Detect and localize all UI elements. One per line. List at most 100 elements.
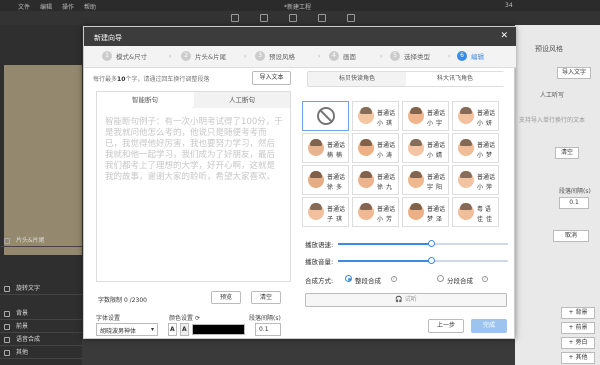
voice-option[interactable]: 普通话 徐多: [302, 165, 349, 195]
right-import-button[interactable]: 导入文字: [557, 67, 591, 79]
left-workspace: 片头&片尾 旋转文字 背景 前景 语音合成 其他: [0, 25, 82, 365]
voice-option[interactable]: 普通话 梦泽: [402, 197, 449, 227]
menu-action[interactable]: 操作: [62, 2, 74, 11]
font-color-button[interactable]: A: [168, 323, 177, 336]
rate-label: 播放语速:: [305, 241, 334, 249]
voice-option[interactable]: 普通话 小梦: [452, 133, 499, 163]
voice-option[interactable]: 粤 语佳佳: [452, 197, 499, 227]
track-other[interactable]: 其他: [0, 347, 82, 359]
avatar: [408, 172, 424, 188]
line-hint: 每行最多10个字，请通过回车换行调整段落: [93, 76, 210, 83]
color-swatch[interactable]: [192, 324, 245, 335]
radio-whole[interactable]: [345, 275, 352, 282]
step-2[interactable]: 2 片头&片尾: [181, 51, 226, 61]
track-rotate-text[interactable]: 旋转文字: [0, 283, 82, 295]
other-icon: [4, 350, 10, 356]
step-6[interactable]: 6 编辑: [457, 51, 484, 61]
voice-option[interactable]: 普通话 徐九: [352, 165, 399, 195]
text-icon[interactable]: [318, 14, 326, 22]
spacing-input[interactable]: 0.1: [255, 323, 281, 336]
tab-biaobei[interactable]: 标贝快读角色: [308, 72, 406, 86]
import-text-button[interactable]: 导入文本: [252, 71, 291, 85]
voice-option[interactable]: 普通话 小萍: [452, 165, 499, 195]
voice-option[interactable]: 普通话 小琪: [352, 101, 399, 131]
font-label: 字体设置: [96, 315, 121, 322]
chevron-down-icon: ▾: [150, 326, 154, 333]
stage-preview: [4, 65, 82, 255]
no-voice-icon: [317, 107, 335, 125]
synth-label: 合成方式:: [305, 277, 334, 285]
menu-bar: 文件 编辑 操作 帮助 *新建工程 34: [0, 0, 600, 11]
track-background[interactable]: 背景: [0, 308, 82, 320]
help-icon-2[interactable]: ?: [482, 276, 488, 282]
step-5[interactable]: 5 选择类型: [390, 51, 430, 61]
track-voice[interactable]: 语音合成: [0, 334, 82, 346]
volume-knob[interactable]: [428, 257, 435, 264]
voice-none[interactable]: [302, 101, 349, 131]
step-3[interactable]: 3 预设风格: [255, 51, 295, 61]
help-icon[interactable]: ?: [391, 276, 397, 282]
avatar: [408, 108, 424, 124]
voice-option[interactable]: 普通话 小妍: [452, 101, 499, 131]
music-icon[interactable]: [289, 14, 297, 22]
step-4[interactable]: 4 画面: [329, 51, 356, 61]
clear-button[interactable]: 清空: [251, 291, 281, 304]
foreground-icon: [4, 324, 10, 330]
rate-slider[interactable]: [338, 240, 508, 247]
avatar: [358, 140, 374, 156]
menu-file[interactable]: 文件: [18, 2, 30, 11]
tab-smart-split[interactable]: 智能断句: [97, 92, 193, 108]
tab-iflytek[interactable]: 科大讯飞角色: [406, 72, 504, 86]
right-spacing-label: 段落间隔(s): [559, 188, 591, 195]
home-icon[interactable]: [231, 14, 239, 22]
finish-button[interactable]: 完成: [471, 319, 507, 333]
voice-option[interactable]: 普通话 小涛: [352, 133, 399, 163]
right-panel: 预设风格 导入文字 人工听写 支持导入单行换行的文本 清空 段落间隔(s) 0.…: [515, 25, 600, 365]
right-clear-button[interactable]: 清空: [555, 147, 579, 159]
avatar: [458, 140, 474, 156]
preset-tab[interactable]: 预设风格: [535, 44, 563, 54]
synth-segment-label[interactable]: 分段合成: [447, 275, 473, 285]
menu-help[interactable]: 帮助: [84, 2, 96, 11]
close-icon[interactable]: ✕: [500, 31, 508, 41]
refresh-icon[interactable]: ⟳: [195, 315, 200, 322]
voice-provider-tabs: 标贝快读角色 科大讯飞角色: [307, 71, 504, 87]
image-icon[interactable]: [260, 14, 268, 22]
synth-whole-label[interactable]: 整段合成: [355, 275, 381, 285]
add-background-button[interactable]: + 背景: [561, 307, 595, 319]
new-wizard-dialog: 新建向导 ✕ 1 模式&尺寸 › 2 片头&片尾 › 3 预设风格 › 4 画面 › 5…: [83, 26, 516, 339]
avatar: [458, 108, 474, 124]
voice-option[interactable]: 普通话 宇阳: [402, 165, 449, 195]
voice-option[interactable]: 普通话 小芳: [352, 197, 399, 227]
toolbar: [0, 11, 600, 25]
mic-icon: 🎧: [395, 296, 403, 303]
avatar: [358, 172, 374, 188]
preview-button[interactable]: 预览: [211, 291, 241, 304]
avatar: [308, 140, 324, 156]
step-1[interactable]: 1 模式&尺寸: [102, 51, 147, 61]
menu-edit[interactable]: 编辑: [40, 2, 52, 11]
rate-knob[interactable]: [428, 240, 435, 247]
track-foreground[interactable]: 前景: [0, 321, 82, 333]
volume-label: 播放音量:: [305, 258, 334, 266]
add-narration-button[interactable]: + 旁白: [561, 337, 595, 349]
right-cancel-button[interactable]: 取消: [553, 230, 589, 242]
font-select[interactable]: 胡晓波男神体 ▾: [96, 323, 158, 336]
bg-color-button[interactable]: A: [180, 323, 189, 336]
wizard-steps: 1 模式&尺寸 › 2 片头&片尾 › 3 预设风格 › 4 画面 › 5 选择类型 › …: [84, 46, 516, 68]
right-spacing-value[interactable]: 0.1: [559, 197, 589, 209]
radio-segment[interactable]: [437, 275, 444, 282]
add-other-button[interactable]: + 其他: [561, 352, 595, 364]
export-icon[interactable]: [347, 14, 355, 22]
audition-button[interactable]: 🎧 试听: [305, 293, 507, 307]
dialog-title: 新建向导: [94, 34, 122, 42]
add-foreground-button[interactable]: + 前景: [561, 322, 595, 334]
volume-slider[interactable]: [338, 257, 508, 264]
voice-option[interactable]: 普通话 楠楠: [302, 133, 349, 163]
voice-option[interactable]: 普通话 小宇: [402, 101, 449, 131]
voice-option[interactable]: 普通话 子琪: [302, 197, 349, 227]
text-input-area[interactable]: 智能断句例子：有一次小明考试得了100分，于是我就问他怎么考的，他说只是随便考考…: [105, 117, 283, 183]
tab-manual-split[interactable]: 人工断句: [194, 92, 290, 108]
prev-step-button[interactable]: 上一步: [428, 319, 464, 333]
voice-option[interactable]: 普通话 小婧: [402, 133, 449, 163]
